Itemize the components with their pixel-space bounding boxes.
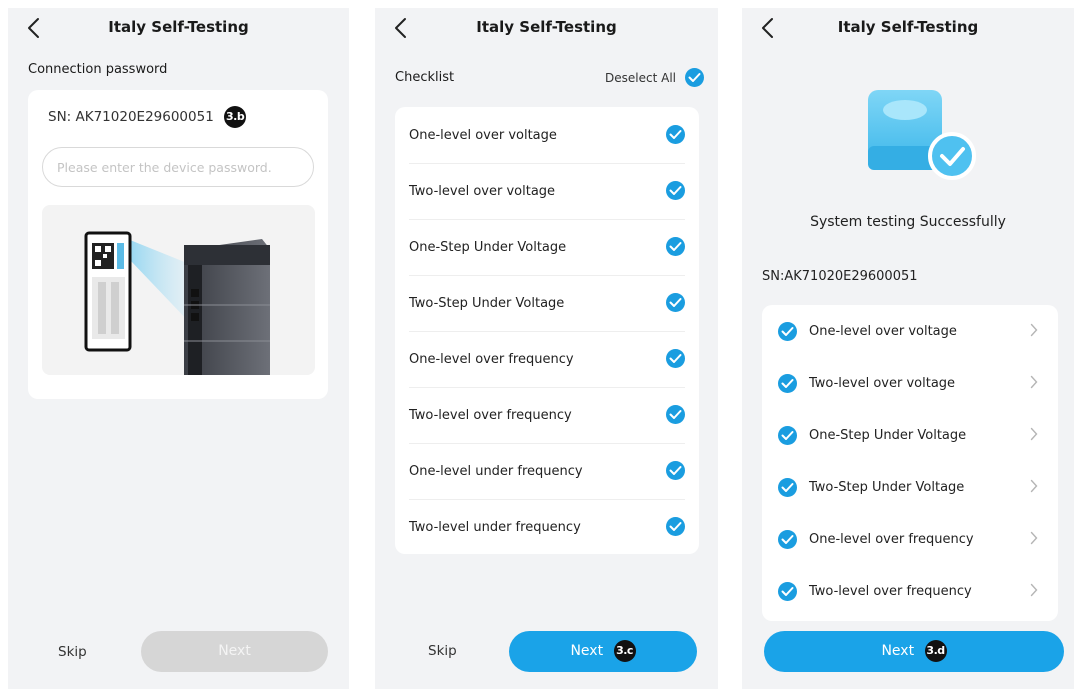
checklist-item-label: Two-level over voltage (409, 183, 556, 199)
next-button-label: Next (570, 643, 604, 659)
checklist-item[interactable]: One-level over frequency (409, 331, 685, 387)
check-circle-icon[interactable] (666, 181, 685, 200)
header: Italy Self-Testing (8, 8, 349, 48)
serial-number-row: SN: AK71020E29600051 3.b (48, 106, 247, 128)
result-item[interactable]: Two-level over voltage (778, 357, 1042, 409)
serial-number: SN:AK71020E29600051 (762, 269, 918, 284)
check-circle-icon[interactable] (666, 461, 685, 480)
header: Italy Self-Testing (742, 8, 1074, 48)
chevron-right-icon[interactable] (1030, 427, 1038, 441)
page-title: Italy Self-Testing (837, 18, 979, 36)
checklist-item[interactable]: Two-level over voltage (409, 163, 685, 219)
checklist-item-label: One-level over frequency (409, 351, 574, 367)
result-item[interactable]: Two-Step Under Voltage (778, 461, 1042, 513)
skip-button[interactable]: Skip (58, 644, 87, 660)
checklist-item-label: One-Step Under Voltage (409, 239, 567, 255)
result-item-label: Two-level over frequency (809, 583, 972, 599)
check-circle-icon (778, 529, 797, 549)
checklist-item-label: Two-level under frequency (409, 519, 581, 535)
check-circle-icon (778, 581, 797, 601)
result-item[interactable]: Two-level over frequency (778, 565, 1042, 617)
section-label: Checklist (395, 70, 455, 85)
check-circle-icon (778, 321, 797, 341)
success-device-icon (860, 84, 990, 184)
check-circle-icon (778, 373, 797, 393)
checklist-card: One-level over voltage Two-level over vo… (395, 107, 699, 554)
skip-button[interactable]: Skip (428, 643, 457, 659)
check-circle-icon (778, 425, 797, 445)
check-circle-icon[interactable] (666, 293, 685, 312)
result-item-label: One-level over voltage (809, 323, 957, 339)
password-input[interactable] (42, 147, 314, 187)
status-text: System testing Successfully (810, 214, 1006, 230)
result-item-label: One-level over frequency (809, 531, 974, 547)
step-badge: 3.c (613, 640, 636, 662)
password-screen: Italy Self-Testing Connection password S… (8, 8, 349, 689)
next-button-label: Next (881, 643, 915, 659)
step-badge: 3.b (224, 106, 247, 128)
next-button[interactable]: Next 3.d (764, 631, 1064, 672)
result-item[interactable]: One-level over voltage (778, 305, 1042, 357)
check-circle-icon (778, 477, 797, 497)
checklist-item[interactable]: One-level under frequency (409, 443, 685, 499)
check-circle-icon[interactable] (666, 237, 685, 256)
checklist-item[interactable]: One-Step Under Voltage (409, 219, 685, 275)
checklist-item-label: Two-Step Under Voltage (409, 295, 565, 311)
chevron-right-icon[interactable] (1030, 375, 1038, 389)
checklist-item-label: Two-level over frequency (409, 407, 572, 423)
result-card: One-level over voltage Two-level over vo… (762, 305, 1058, 621)
result-item[interactable]: One-Step Under Voltage (778, 409, 1042, 461)
check-circle-icon[interactable] (666, 405, 685, 424)
result-item-label: Two-Step Under Voltage (809, 479, 965, 495)
next-button[interactable]: Next 3.c (509, 631, 697, 672)
check-circle-icon[interactable] (666, 125, 685, 144)
checklist-item[interactable]: One-level over voltage (409, 107, 685, 163)
result-item[interactable]: One-level over frequency (778, 513, 1042, 565)
page-title: Italy Self-Testing (476, 18, 617, 36)
check-circle-icon[interactable] (666, 517, 685, 536)
checklist-item[interactable]: Two-level over frequency (409, 387, 685, 443)
result-screen: Italy Self-Testing System testing Succes… (742, 8, 1074, 689)
checklist-screen: Italy Self-Testing Checklist Deselect Al… (375, 8, 718, 689)
next-button-disabled[interactable]: Next (141, 631, 328, 672)
page-title: Italy Self-Testing (108, 18, 249, 36)
result-item-label: One-Step Under Voltage (809, 427, 967, 443)
serial-number: SN: AK71020E29600051 (48, 109, 214, 125)
chevron-right-icon[interactable] (1030, 479, 1038, 493)
header: Italy Self-Testing (375, 8, 718, 48)
check-circle-icon (685, 68, 704, 87)
password-card: SN: AK71020E29600051 3.b (28, 90, 328, 399)
section-label: Connection password (28, 62, 168, 77)
result-item-label: Two-level over voltage (809, 375, 956, 391)
checklist-item[interactable]: Two-level under frequency (409, 499, 685, 555)
checklist-item[interactable]: Two-Step Under Voltage (409, 275, 685, 331)
deselect-all-label: Deselect All (605, 70, 676, 85)
check-circle-icon[interactable] (666, 349, 685, 368)
device-illustration (42, 205, 315, 375)
checklist-item-label: One-level over voltage (409, 127, 557, 143)
checklist-item-label: One-level under frequency (409, 463, 583, 479)
chevron-right-icon[interactable] (1030, 323, 1038, 337)
deselect-all-toggle[interactable]: Deselect All (605, 68, 704, 87)
chevron-right-icon[interactable] (1030, 583, 1038, 597)
step-badge: 3.d (924, 640, 947, 662)
chevron-right-icon[interactable] (1030, 531, 1038, 545)
